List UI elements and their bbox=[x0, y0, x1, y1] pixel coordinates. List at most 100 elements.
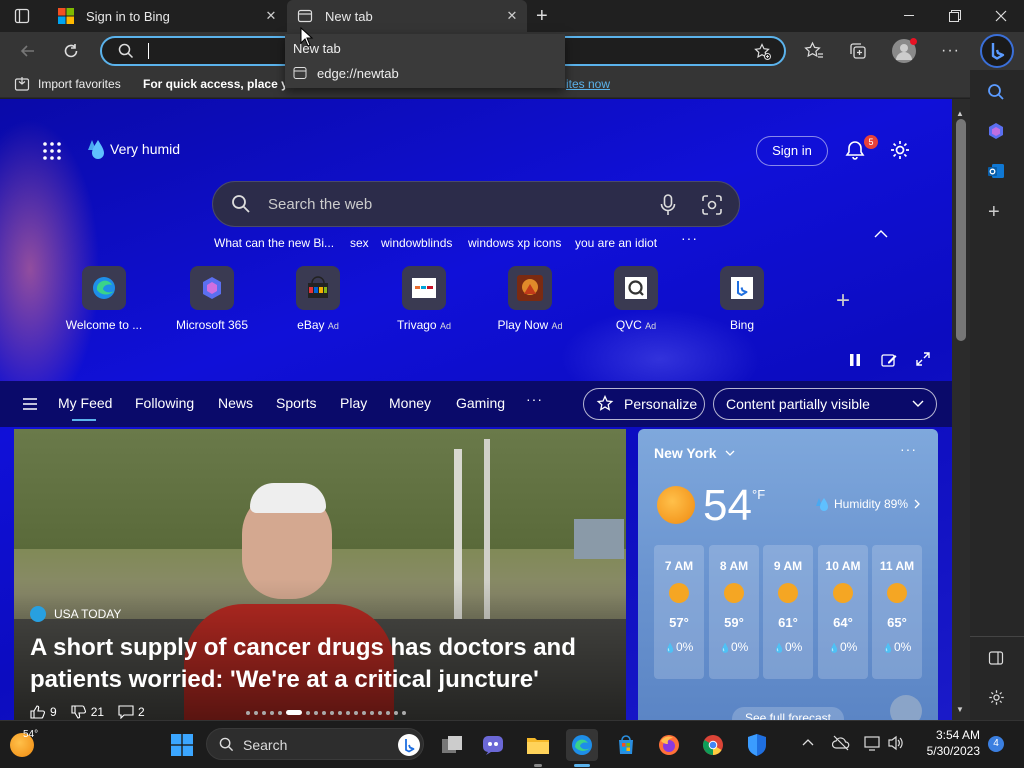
more-options-icon[interactable]: ··· bbox=[941, 42, 960, 60]
nav-news[interactable]: News bbox=[218, 395, 253, 411]
weather-badge[interactable]: Very humid bbox=[84, 137, 180, 161]
edge-taskbar-icon[interactable] bbox=[566, 729, 598, 761]
quick-link-m365[interactable]: Microsoft 365 bbox=[167, 266, 257, 332]
cloud-offline-icon[interactable] bbox=[832, 735, 850, 751]
thumbs-down-icon[interactable] bbox=[71, 705, 87, 719]
system-clock[interactable]: 3:54 AM 5/30/2023 bbox=[910, 727, 980, 759]
hamburger-menu-icon[interactable] bbox=[22, 397, 38, 411]
voice-search-icon[interactable] bbox=[659, 194, 677, 216]
m365-sidebar-icon[interactable] bbox=[987, 122, 1005, 140]
nav-play[interactable]: Play bbox=[340, 395, 367, 411]
close-tab-icon[interactable]: ✕ bbox=[264, 9, 278, 23]
notification-center-badge[interactable]: 4 bbox=[988, 736, 1004, 752]
quick-link-play-now[interactable]: Play Now Ad bbox=[485, 266, 575, 332]
trending-search[interactable]: windows xp icons bbox=[468, 236, 561, 250]
comment-icon[interactable] bbox=[118, 705, 134, 719]
scrollbar-thumb[interactable] bbox=[956, 119, 966, 341]
scroll-up-arrow-icon[interactable]: ▲ bbox=[956, 109, 964, 118]
nav-my-feed[interactable]: My Feed bbox=[58, 395, 112, 411]
sidebar-settings-icon[interactable] bbox=[988, 689, 1005, 706]
microsoft-store-icon[interactable] bbox=[610, 729, 642, 761]
bing-chat-icon[interactable] bbox=[980, 34, 1014, 68]
back-icon[interactable] bbox=[18, 41, 38, 61]
nav-following[interactable]: Following bbox=[135, 395, 194, 411]
quick-link-qvc[interactable]: QVC Ad bbox=[591, 266, 681, 332]
pause-background-icon[interactable] bbox=[848, 353, 862, 367]
new-tab-plus-icon[interactable]: + bbox=[536, 6, 548, 26]
task-view-icon[interactable] bbox=[436, 729, 468, 761]
refresh-icon[interactable] bbox=[61, 41, 81, 61]
collections-icon[interactable] bbox=[848, 41, 868, 61]
quick-link-trivago[interactable]: Trivago Ad bbox=[379, 266, 469, 332]
teams-chat-icon[interactable] bbox=[477, 729, 509, 761]
profile-avatar[interactable] bbox=[892, 38, 917, 63]
nav-gaming[interactable]: Gaming bbox=[456, 395, 505, 411]
scroll-down-arrow-icon[interactable]: ▼ bbox=[956, 705, 964, 714]
visual-search-icon[interactable] bbox=[702, 195, 722, 215]
quick-link-ebay[interactable]: eBay Ad bbox=[273, 266, 363, 332]
city-selector[interactable]: New York bbox=[654, 445, 735, 461]
nav-money[interactable]: Money bbox=[389, 395, 431, 411]
page-scrollbar[interactable]: ▲ ▼ bbox=[952, 99, 970, 720]
hourly-forecast[interactable]: 9 AM 61° 💧0% bbox=[763, 545, 813, 679]
hero-news-card[interactable]: USA TODAY A short supply of cancer drugs… bbox=[14, 429, 626, 720]
expand-background-icon[interactable] bbox=[916, 352, 930, 366]
favorites-icon[interactable] bbox=[804, 41, 824, 61]
quick-link-bing[interactable]: Bing bbox=[697, 266, 787, 332]
weather-card[interactable]: New York ··· 54 °F Humidity 89% 7 AM 57° 💧… bbox=[638, 429, 938, 720]
more-trending-icon[interactable]: ··· bbox=[681, 230, 698, 246]
quick-link-welcome[interactable]: Welcome to ... bbox=[59, 266, 149, 332]
firefox-icon[interactable] bbox=[653, 729, 685, 761]
nav-sports[interactable]: Sports bbox=[276, 395, 316, 411]
weather-map-thumbnail[interactable] bbox=[890, 695, 922, 720]
page-settings-icon[interactable] bbox=[889, 139, 911, 161]
defender-shield-icon[interactable] bbox=[741, 729, 773, 761]
manage-favorites-link[interactable]: ites now bbox=[566, 77, 610, 91]
sidebar-search-icon[interactable] bbox=[987, 83, 1005, 101]
outlook-icon[interactable] bbox=[987, 162, 1005, 180]
carousel-dots[interactable] bbox=[246, 710, 406, 715]
trending-search[interactable]: you are an idiot bbox=[575, 236, 657, 250]
hero-headline[interactable]: A short supply of cancer drugs has docto… bbox=[30, 632, 576, 696]
trending-search[interactable]: What can the new Bi... bbox=[214, 236, 334, 250]
network-icon[interactable] bbox=[864, 735, 882, 751]
hourly-forecast[interactable]: 10 AM 64° 💧0% bbox=[818, 545, 868, 679]
see-full-forecast-button[interactable]: See full forecast bbox=[732, 707, 844, 720]
start-windows-icon[interactable] bbox=[166, 729, 198, 761]
trending-search[interactable]: windowblinds bbox=[381, 236, 452, 250]
tab-sign-in-bing[interactable]: Sign in to Bing ✕ bbox=[48, 0, 286, 32]
more-nav-icon[interactable]: ··· bbox=[526, 391, 543, 407]
web-search-box[interactable]: Search the web bbox=[212, 181, 740, 227]
humidity-link[interactable]: Humidity 89% bbox=[814, 496, 920, 512]
taskbar-search[interactable]: Search bbox=[206, 728, 424, 760]
tab-new-tab[interactable]: New tab ✕ bbox=[287, 0, 527, 32]
personalize-button[interactable]: Personalize bbox=[583, 388, 705, 420]
sign-in-button[interactable]: Sign in bbox=[756, 136, 828, 166]
file-explorer-icon[interactable] bbox=[522, 729, 554, 761]
restore-icon[interactable] bbox=[932, 0, 978, 32]
import-favorites-button[interactable]: Import favorites bbox=[38, 77, 121, 91]
show-hidden-icons-chevron[interactable] bbox=[802, 738, 814, 746]
suggestion-item[interactable]: edge://newtab bbox=[285, 62, 565, 86]
content-visibility-dropdown[interactable]: Content partially visible bbox=[713, 388, 937, 420]
apps-launcher-icon[interactable] bbox=[42, 141, 62, 161]
edit-background-icon[interactable] bbox=[881, 352, 897, 368]
close-window-icon[interactable] bbox=[978, 0, 1024, 32]
trending-search[interactable]: sex bbox=[350, 236, 369, 250]
notifications-bell-icon[interactable]: 5 bbox=[844, 135, 878, 161]
weather-more-icon[interactable]: ··· bbox=[900, 441, 917, 457]
chrome-icon[interactable] bbox=[697, 729, 729, 761]
close-tab-icon[interactable]: ✕ bbox=[505, 9, 519, 23]
add-favorite-icon[interactable] bbox=[754, 43, 772, 61]
tab-actions-icon[interactable] bbox=[14, 8, 30, 24]
hourly-forecast[interactable]: 11 AM 65° 💧0% bbox=[872, 545, 922, 679]
add-sidebar-app-icon[interactable]: + bbox=[988, 202, 1000, 222]
minimize-icon[interactable] bbox=[886, 0, 932, 32]
volume-icon[interactable] bbox=[888, 735, 904, 751]
hide-sidebar-icon[interactable] bbox=[988, 650, 1004, 666]
thumbs-up-icon[interactable] bbox=[30, 705, 46, 719]
add-quick-link-icon[interactable]: + bbox=[836, 289, 850, 313]
collapse-chevron-icon[interactable] bbox=[874, 229, 888, 239]
hourly-forecast[interactable]: 8 AM 59° 💧0% bbox=[709, 545, 759, 679]
hourly-forecast[interactable]: 7 AM 57° 💧0% bbox=[654, 545, 704, 679]
